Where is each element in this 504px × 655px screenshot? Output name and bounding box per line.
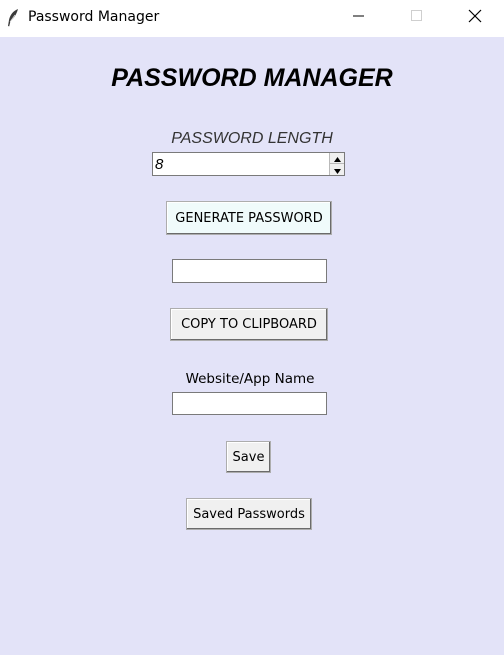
arrow-down-icon: [333, 161, 341, 179]
generated-password-field[interactable]: [172, 259, 327, 283]
feather-icon: [6, 8, 20, 28]
close-button[interactable]: [452, 0, 498, 36]
title-bar[interactable]: Password Manager: [0, 0, 504, 37]
generate-password-button[interactable]: GENERATE PASSWORD: [166, 201, 332, 235]
website-app-name-field[interactable]: [172, 392, 327, 415]
website-app-name-label: Website/App Name: [185, 371, 315, 387]
maximize-button[interactable]: [394, 0, 440, 36]
save-button[interactable]: Save: [226, 441, 271, 473]
spin-arrows: [329, 153, 344, 175]
maximize-icon: [411, 9, 423, 27]
page-title: PASSWORD MANAGER: [111, 64, 393, 92]
window-title: Password Manager: [28, 9, 160, 25]
password-length-spinbox[interactable]: [152, 152, 345, 176]
password-length-label: PASSWORD LENGTH: [171, 130, 333, 147]
minimize-icon: [353, 9, 365, 27]
copy-to-clipboard-button[interactable]: COPY TO CLIPBOARD: [170, 308, 328, 341]
spin-down-button[interactable]: [330, 164, 344, 175]
close-icon: [468, 9, 482, 28]
minimize-button[interactable]: [336, 0, 382, 36]
app-window: Password Manager PASSWORD MANAGER PASSWO…: [0, 0, 504, 655]
saved-passwords-button[interactable]: Saved Passwords: [186, 498, 312, 530]
password-length-input[interactable]: [155, 156, 325, 173]
